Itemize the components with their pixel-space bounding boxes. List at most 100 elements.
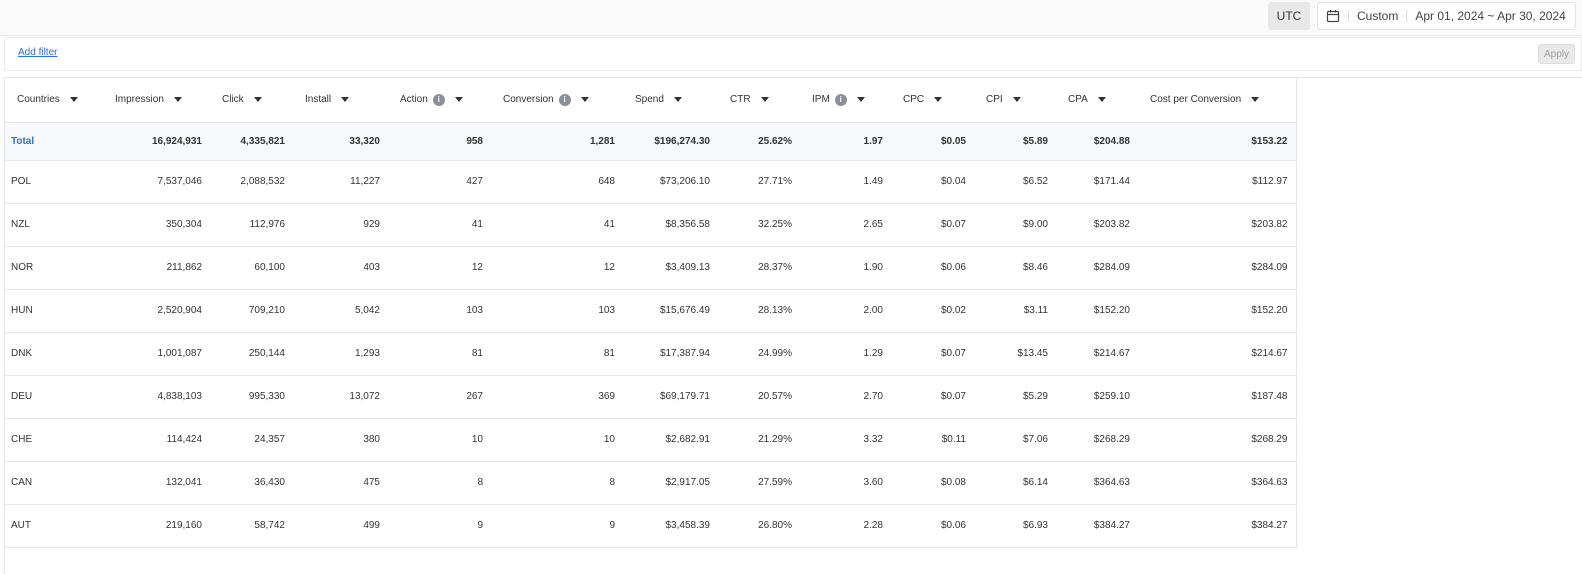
column-header-ctr[interactable]: CTR xyxy=(718,78,800,123)
sort-caret-icon[interactable] xyxy=(856,97,865,103)
filter-bar: Add filter Apply xyxy=(4,37,1582,71)
metric-cell: 81 xyxy=(388,332,491,376)
metric-cell: 41 xyxy=(491,203,623,247)
metric-cell: 24.99% xyxy=(718,332,800,376)
metric-cell: 11,227 xyxy=(293,160,388,204)
column-header-impression[interactable]: Impression xyxy=(103,78,210,123)
metric-cell: 2.00 xyxy=(800,289,891,333)
sort-caret-icon[interactable] xyxy=(173,97,182,103)
metric-cell: 929 xyxy=(293,203,388,247)
metric-cell: 36,430 xyxy=(210,461,293,505)
column-header-action[interactable]: Action i xyxy=(388,78,491,123)
sort-caret-icon[interactable] xyxy=(1097,97,1106,103)
metric-cell: 2,520,904 xyxy=(103,289,210,333)
metric-cell: 25.62% xyxy=(718,122,800,161)
metric-cell: 709,210 xyxy=(210,289,293,333)
metric-cell: 1.97 xyxy=(800,122,891,161)
sort-caret-icon[interactable] xyxy=(673,97,682,103)
column-header-cpi[interactable]: CPI xyxy=(974,78,1056,123)
sort-caret-icon[interactable] xyxy=(69,97,78,103)
table-row: CAN 132,041 36,430 475 8 8 $2,917.05 27.59% 3.60… xyxy=(5,461,1297,505)
metric-cell: 16,924,931 xyxy=(103,122,210,161)
column-header-ipm[interactable]: IPM i xyxy=(800,78,891,123)
column-header-content: Countries xyxy=(17,94,103,105)
column-header-cost-per-conversion[interactable]: Cost per Conversion xyxy=(1138,78,1297,123)
metric-cell: 26.80% xyxy=(718,504,800,548)
column-header-countries[interactable]: Countries xyxy=(5,78,103,123)
country-cell: CAN xyxy=(5,461,103,505)
table-row: AUT 219,160 58,742 499 9 9 $3,458.39 26.80% 2.28… xyxy=(5,504,1297,548)
sort-caret-icon[interactable] xyxy=(341,97,350,103)
date-range-picker[interactable]: Custom Apr 01, 2024 ~ Apr 30, 2024 xyxy=(1317,2,1576,30)
country-cell: HUN xyxy=(5,289,103,333)
date-range-text: Apr 01, 2024 ~ Apr 30, 2024 xyxy=(1415,9,1566,23)
metric-cell: 2.65 xyxy=(800,203,891,247)
metric-cell: $2,682.91 xyxy=(623,418,718,462)
timezone-label: UTC xyxy=(1276,9,1302,23)
column-header-conversion[interactable]: Conversion i xyxy=(491,78,623,123)
table-row: NZL 350,304 112,976 929 41 41 $8,356.58 32.25% 2… xyxy=(5,203,1297,247)
metric-cell: 1.49 xyxy=(800,160,891,204)
metric-cell: 8 xyxy=(388,461,491,505)
metric-cell: 350,304 xyxy=(103,203,210,247)
column-header-cpa[interactable]: CPA xyxy=(1056,78,1138,123)
metric-cell: $8.46 xyxy=(974,246,1056,290)
metric-cell: $171.44 xyxy=(1056,160,1138,204)
metric-cell: $384.27 xyxy=(1056,504,1138,548)
metric-cell: $7.06 xyxy=(974,418,1056,462)
column-header-spend[interactable]: Spend xyxy=(623,78,718,123)
timezone-button[interactable]: UTC xyxy=(1268,2,1310,30)
metric-cell: 427 xyxy=(388,160,491,204)
metric-cell: $9.00 xyxy=(974,203,1056,247)
column-header-label: CPC xyxy=(903,94,925,106)
metric-cell: 380 xyxy=(293,418,388,462)
table-row: DEU 4,838,103 995,330 13,072 267 369 $69,179.7… xyxy=(5,375,1297,419)
metric-cell: 211,862 xyxy=(103,246,210,290)
metric-cell: 114,424 xyxy=(103,418,210,462)
column-header-label: Click xyxy=(222,94,244,106)
metric-cell: $187.48 xyxy=(1138,375,1297,419)
metric-cell: $8,356.58 xyxy=(623,203,718,247)
metric-cell: 9 xyxy=(388,504,491,548)
metric-cell: $153.22 xyxy=(1138,122,1297,161)
metric-cell: $203.82 xyxy=(1056,203,1138,247)
metric-cell: 5,042 xyxy=(293,289,388,333)
metric-cell: 103 xyxy=(491,289,623,333)
metric-cell: $6.52 xyxy=(974,160,1056,204)
info-icon[interactable]: i xyxy=(432,93,445,106)
sort-caret-icon[interactable] xyxy=(1012,97,1021,103)
column-header-cpc[interactable]: CPC xyxy=(891,78,974,123)
sort-caret-icon[interactable] xyxy=(760,97,769,103)
metric-cell: 103 xyxy=(388,289,491,333)
metric-cell: 28.13% xyxy=(718,289,800,333)
sort-caret-icon[interactable] xyxy=(580,97,589,103)
add-filter-link[interactable]: Add filter xyxy=(18,47,57,58)
divider xyxy=(1348,10,1349,22)
metric-cell: $214.67 xyxy=(1138,332,1297,376)
metric-cell: 2.28 xyxy=(800,504,891,548)
column-header-click[interactable]: Click xyxy=(210,78,293,123)
column-header-content: Impression xyxy=(115,94,210,105)
metric-cell: 41 xyxy=(388,203,491,247)
country-cell: NOR xyxy=(5,246,103,290)
info-icon[interactable]: i xyxy=(558,93,571,106)
column-header-content: CPC xyxy=(903,94,974,105)
metric-cell: 1,281 xyxy=(491,122,623,161)
sort-caret-icon[interactable] xyxy=(1251,97,1260,103)
info-icon[interactable]: i xyxy=(834,93,847,106)
column-header-install[interactable]: Install xyxy=(293,78,388,123)
report-table-container: Countries Impression Click Install Action i Co… xyxy=(4,77,1582,574)
metric-cell: 10 xyxy=(491,418,623,462)
column-header-content: Conversion i xyxy=(503,93,623,106)
metric-cell: 112,976 xyxy=(210,203,293,247)
column-header-label: Spend xyxy=(635,94,664,106)
sort-caret-icon[interactable] xyxy=(253,97,262,103)
apply-button[interactable]: Apply xyxy=(1538,44,1575,64)
metric-cell: 3.32 xyxy=(800,418,891,462)
metric-cell: 12 xyxy=(388,246,491,290)
metric-cell: $15,676.49 xyxy=(623,289,718,333)
sort-caret-icon[interactable] xyxy=(934,97,943,103)
metric-cell: 958 xyxy=(388,122,491,161)
sort-caret-icon[interactable] xyxy=(454,97,463,103)
metric-cell: $3.11 xyxy=(974,289,1056,333)
